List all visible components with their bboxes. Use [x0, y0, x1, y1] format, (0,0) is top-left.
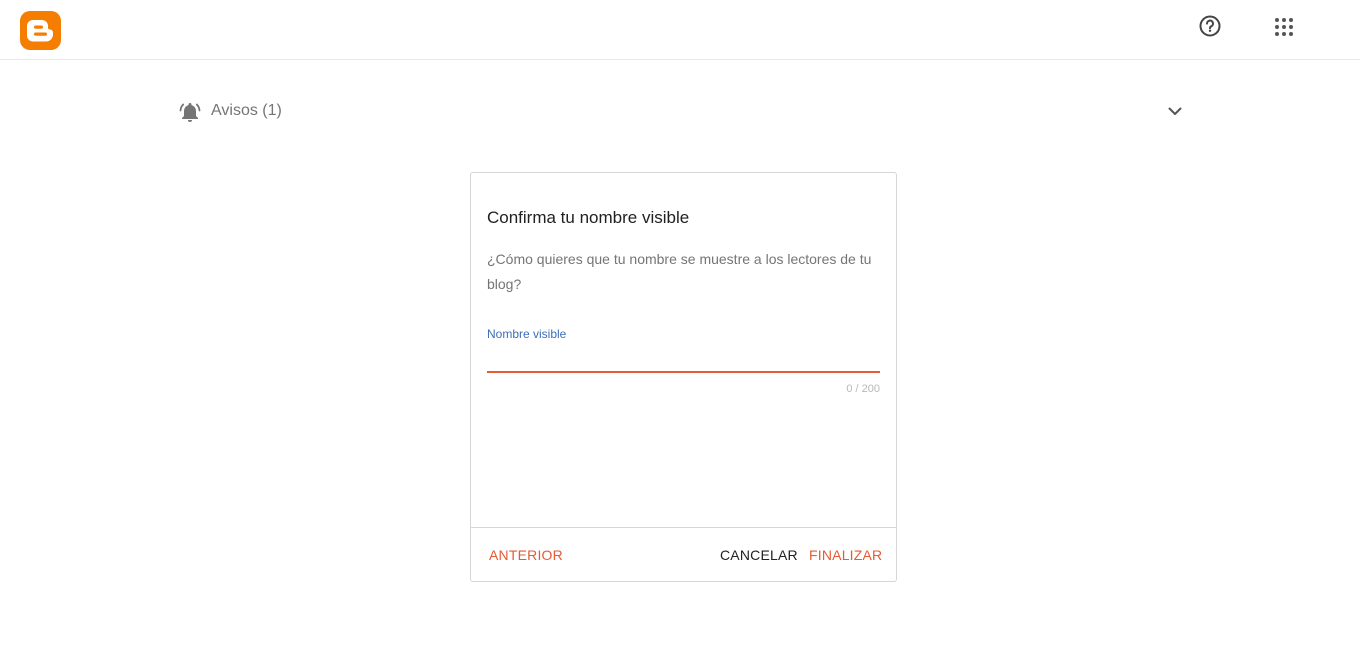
notices-panel-toggle[interactable]: Avisos (1)	[178, 96, 1188, 128]
bell-ring-icon	[178, 100, 202, 124]
dialog-description: ¿Cómo quieres que tu nombre se muestre a…	[487, 251, 872, 292]
apps-grid-icon[interactable]	[1274, 17, 1294, 37]
chevron-down-icon[interactable]	[1164, 100, 1186, 122]
dialog-footer: ANTERIOR CANCELAR FINALIZAR	[471, 527, 896, 582]
display-name-label: Nombre visible	[487, 327, 567, 341]
dialog-title: Confirma tu nombre visible	[487, 208, 690, 227]
help-circle-icon[interactable]	[1199, 15, 1221, 37]
blogger-logo-icon[interactable]	[20, 11, 61, 50]
previous-button[interactable]: ANTERIOR	[489, 547, 563, 563]
character-counter: 0 / 200	[846, 383, 880, 395]
display-name-dialog: Confirma tu nombre visible ¿Cómo quieres…	[470, 172, 897, 582]
display-name-input[interactable]	[487, 347, 880, 373]
finish-button[interactable]: FINALIZAR	[809, 547, 882, 563]
notices-label: Avisos (1)	[211, 102, 282, 119]
cancel-button[interactable]: CANCELAR	[720, 547, 798, 563]
top-bar	[0, 0, 1360, 60]
